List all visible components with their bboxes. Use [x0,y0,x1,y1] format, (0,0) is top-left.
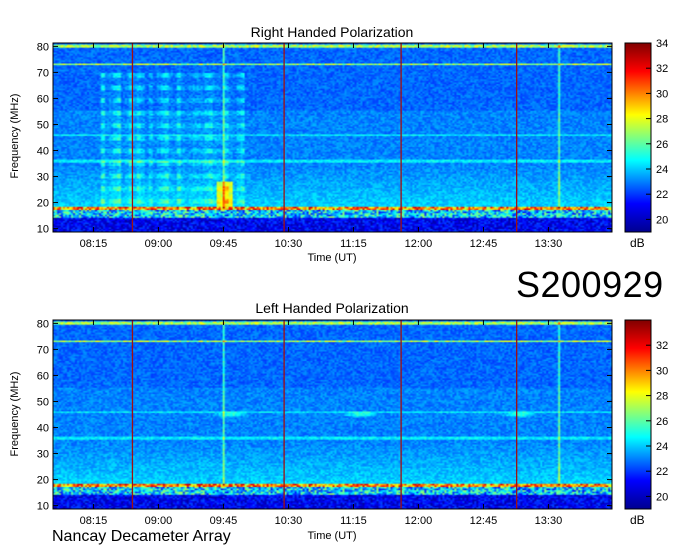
y-tick-label: 40 [37,423,49,435]
left-colorbar [624,319,652,510]
right-spectrogram [53,43,612,232]
y-tick-label: 10 [37,501,49,513]
y-tick-label: 20 [37,475,49,487]
colorbar-tick-label: 20 [656,214,668,226]
x-tick-label: 11:15 [340,515,367,527]
left-panel-title: Left Handed Polarization [255,300,408,316]
x-tick-label: 12:00 [405,515,433,527]
x-tick-label: 12:00 [405,238,433,250]
colorbar-tick-label: 22 [656,189,668,201]
colorbar-tick-label: 28 [656,114,668,126]
right-ylabel: Frequency (MHz) [9,94,21,179]
y-tick-label: 30 [37,172,49,184]
x-tick-label: 08:15 [80,515,108,527]
left-polarization-panel: Left Handed Polarization 08:15 09:00 09:45… [9,300,668,542]
right-polarization-panel: Right Handed Polarization 08:15 09:00 09:4… [9,24,668,264]
right-colorbar-label: dB [630,236,645,250]
colorbar-tick-label: 24 [656,164,668,176]
right-colorbar [624,42,652,233]
x-tick-label: 09:45 [210,515,238,527]
y-tick-label: 80 [37,41,49,53]
x-tick-label: 10:30 [275,515,303,527]
colorbar-tick-label: 26 [656,416,668,428]
colorbar-tick-label: 30 [656,88,668,100]
spectrogram-image [53,43,612,232]
y-tick-label: 80 [37,318,49,330]
colorbar-tick-label: 32 [656,63,668,75]
right-xlabel: Time (UT) [307,252,356,264]
y-tick-label: 50 [37,396,49,408]
x-tick-label: 12:45 [470,238,498,250]
instrument-label: Nancay Decameter Array [52,528,231,545]
colorbar-tick-label: 30 [656,365,668,377]
observation-id: S200929 [516,264,664,305]
x-tick-label: 09:00 [145,238,173,250]
y-tick-label: 50 [37,119,49,131]
right-panel-title: Right Handed Polarization [251,24,414,40]
x-tick-label: 11:15 [340,238,367,250]
x-tick-label: 10:30 [275,238,303,250]
colorbar-tick-label: 24 [656,441,668,453]
y-tick-label: 30 [37,449,49,461]
y-tick-label: 60 [37,93,49,105]
y-tick-label: 10 [37,224,49,236]
left-xlabel: Time (UT) [307,530,356,542]
colorbar-tick-label: 32 [656,340,668,352]
x-tick-label: 12:45 [470,515,498,527]
colorbar-tick-label: 26 [656,139,668,151]
left-spectrogram [53,320,612,509]
y-tick-label: 70 [37,344,49,356]
y-tick-label: 40 [37,146,49,158]
x-tick-label: 09:45 [210,238,238,250]
left-colorbar-label: dB [630,513,645,527]
y-tick-label: 70 [37,67,49,79]
y-tick-label: 20 [37,198,49,210]
x-tick-label: 09:00 [145,515,173,527]
colorbar-tick-label: 28 [656,391,668,403]
colorbar-tick-label: 22 [656,466,668,478]
colorbar-tick-label: 20 [656,491,668,503]
spectrogram-image [53,320,612,509]
x-tick-label: 13:30 [535,238,563,250]
y-tick-label: 60 [37,370,49,382]
colorbar-tick-label: 34 [656,38,668,50]
x-tick-label: 08:15 [80,238,108,250]
x-tick-label: 13:30 [535,515,563,527]
left-ylabel: Frequency (MHz) [9,372,21,457]
